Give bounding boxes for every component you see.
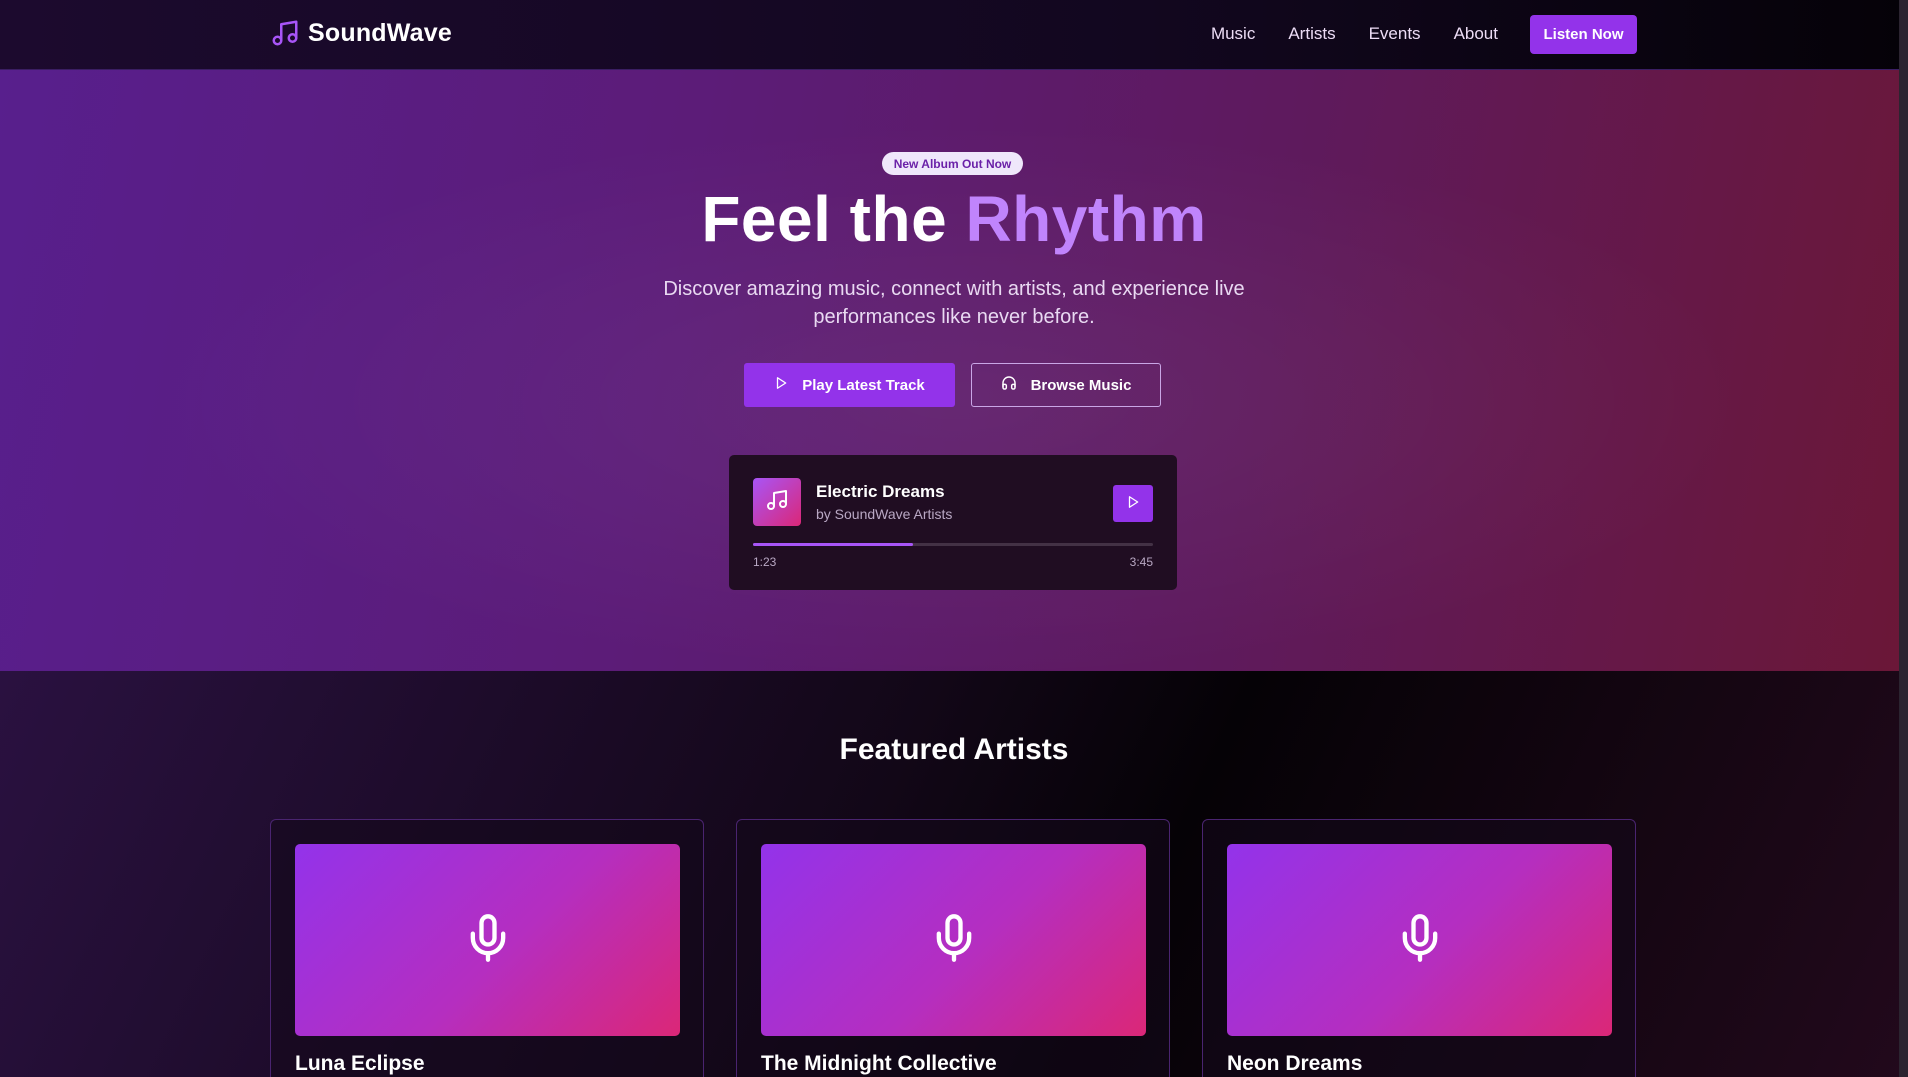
microphone-icon bbox=[462, 908, 514, 973]
nav-link-about[interactable]: About bbox=[1454, 24, 1498, 44]
artist-card[interactable]: Neon Dreams bbox=[1202, 819, 1636, 1077]
artist-name: Luna Eclipse bbox=[295, 1052, 425, 1075]
main-nav: Music Artists Events About bbox=[1211, 24, 1498, 44]
play-icon bbox=[1126, 495, 1140, 512]
music-note-icon bbox=[270, 18, 300, 48]
progress-bar[interactable] bbox=[753, 543, 1153, 546]
track-artist: by SoundWave Artists bbox=[816, 506, 953, 522]
track-title: Electric Dreams bbox=[816, 482, 945, 501]
hero-title: Feel the Rhythm bbox=[0, 182, 1908, 256]
browse-music-label: Browse Music bbox=[1030, 376, 1132, 394]
mini-player: Electric Dreams by SoundWave Artists 1:2… bbox=[729, 455, 1177, 590]
player-play-button[interactable] bbox=[1113, 485, 1153, 522]
time-elapsed: 1:23 bbox=[753, 555, 777, 569]
nav-link-artists[interactable]: Artists bbox=[1288, 24, 1335, 44]
artist-card[interactable]: The Midnight Collective bbox=[736, 819, 1170, 1077]
nav-link-events[interactable]: Events bbox=[1369, 24, 1421, 44]
headphones-icon bbox=[1001, 375, 1017, 395]
artist-card-media bbox=[1227, 844, 1612, 1036]
brand-name: SoundWave bbox=[308, 18, 452, 47]
music-note-icon bbox=[765, 488, 789, 517]
browse-music-button[interactable]: Browse Music bbox=[971, 363, 1161, 407]
time-total: 3:45 bbox=[1129, 555, 1153, 569]
track-artwork bbox=[753, 478, 801, 526]
play-latest-track-button[interactable]: Play Latest Track bbox=[744, 363, 955, 407]
hero-title-main: Feel the bbox=[701, 183, 966, 255]
play-icon bbox=[774, 376, 788, 394]
section-title: Featured Artists bbox=[839, 733, 1069, 766]
hero-section: New Album Out Now Feel the Rhythm Discov… bbox=[0, 70, 1908, 671]
page-scrollbar[interactable] bbox=[1899, 0, 1908, 1077]
hero-subtitle: Discover amazing music, connect with art… bbox=[663, 278, 1245, 328]
top-navbar: SoundWave Music Artists Events About Lis… bbox=[0, 0, 1908, 70]
artist-name: The Midnight Collective bbox=[761, 1052, 997, 1075]
microphone-icon bbox=[1394, 908, 1446, 973]
featured-artists-section: Featured Artists Luna Eclipse The Midnig… bbox=[0, 671, 1908, 1077]
brand-logo[interactable]: SoundWave bbox=[270, 18, 452, 48]
progress-fill bbox=[753, 543, 913, 546]
new-album-badge: New Album Out Now bbox=[882, 152, 1023, 175]
artist-card[interactable]: Luna Eclipse bbox=[270, 819, 704, 1077]
listen-now-button[interactable]: Listen Now bbox=[1530, 15, 1637, 54]
play-latest-track-label: Play Latest Track bbox=[802, 376, 925, 394]
nav-link-music[interactable]: Music bbox=[1211, 24, 1255, 44]
artist-name: Neon Dreams bbox=[1227, 1052, 1363, 1075]
artist-card-media bbox=[761, 844, 1146, 1036]
microphone-icon bbox=[928, 908, 980, 973]
artist-card-media bbox=[295, 844, 680, 1036]
hero-title-accent: Rhythm bbox=[965, 183, 1207, 255]
